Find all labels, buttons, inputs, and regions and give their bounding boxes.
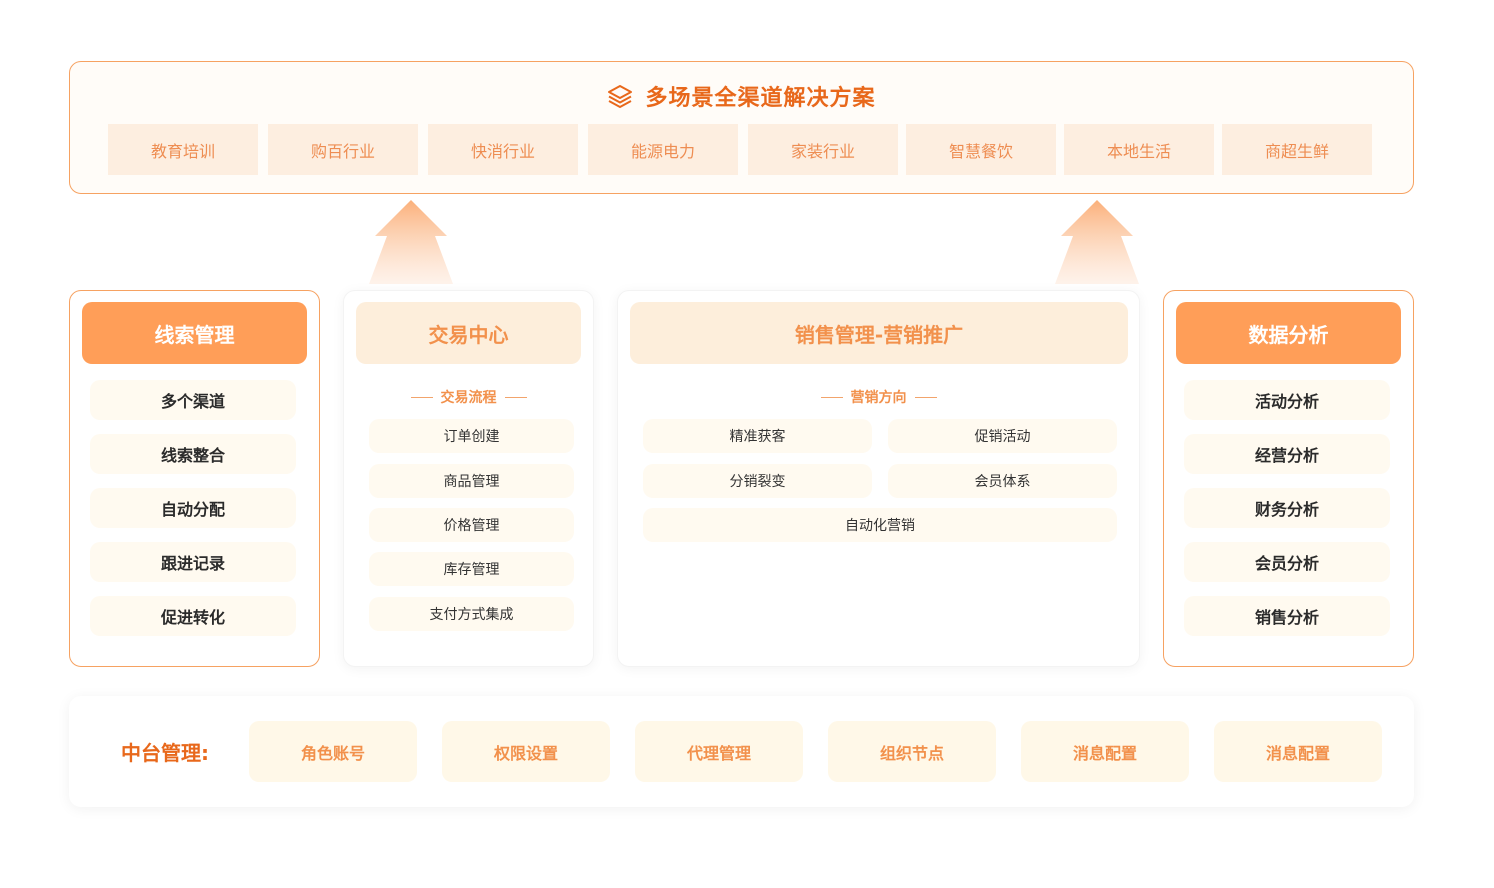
management-item: 代理管理 (635, 721, 803, 782)
leads-item: 多个渠道 (90, 380, 296, 420)
analytics-item: 销售分析 (1184, 596, 1390, 636)
marketing-item: 会员体系 (888, 464, 1117, 498)
divider (914, 396, 937, 398)
leads-item: 跟进记录 (90, 542, 296, 582)
analytics-item: 活动分析 (1184, 380, 1390, 420)
trade-title: 交易中心 (356, 302, 581, 364)
trade-item: 商品管理 (369, 464, 574, 498)
management-item: 消息配置 (1214, 721, 1382, 782)
scenario-tag: 教育培训 (108, 124, 258, 175)
marketing-item: 自动化营销 (643, 508, 1117, 542)
scenario-tag: 本地生活 (1064, 124, 1214, 175)
trade-subtitle-row: 交易流程 (344, 387, 593, 407)
marketing-subtitle-row: 营销方向 (618, 387, 1139, 407)
divider (504, 396, 527, 398)
leads-panel: 线索管理 多个渠道 线索整合 自动分配 跟进记录 促进转化 (69, 290, 320, 667)
scenario-tag: 购百行业 (268, 124, 418, 175)
trade-item: 支付方式集成 (369, 597, 574, 631)
scenario-tag: 能源电力 (588, 124, 738, 175)
scenario-tag: 家装行业 (748, 124, 898, 175)
marketing-subtitle: 营销方向 (850, 390, 907, 406)
marketing-item: 分销裂变 (643, 464, 872, 498)
analytics-item: 财务分析 (1184, 488, 1390, 528)
scenario-tag: 商超生鲜 (1222, 124, 1372, 175)
scenario-tag: 智慧餐饮 (906, 124, 1056, 175)
leads-item: 线索整合 (90, 434, 296, 474)
management-item: 权限设置 (442, 721, 610, 782)
marketing-panel: 销售管理-营销推广 营销方向 精准获客 促销活动 分销裂变 会员体系 自动化营销 (617, 290, 1140, 667)
layers-icon (608, 85, 633, 108)
banner-title: 多场景全渠道解决方案 (645, 86, 876, 111)
divider (410, 396, 433, 398)
solution-banner: 多场景全渠道解决方案 教育培训 购百行业 快消行业 能源电力 家装行业 智慧餐饮… (69, 61, 1414, 194)
analytics-item: 经营分析 (1184, 434, 1390, 474)
management-item: 消息配置 (1021, 721, 1189, 782)
middle-platform-bar: 中台管理: 角色账号 权限设置 代理管理 组织节点 消息配置 消息配置 (69, 696, 1414, 807)
banner-title-row: 多场景全渠道解决方案 (70, 80, 1413, 112)
leads-item: 自动分配 (90, 488, 296, 528)
marketing-item: 促销活动 (888, 419, 1117, 453)
leads-item: 促进转化 (90, 596, 296, 636)
marketing-title: 销售管理-营销推广 (630, 302, 1128, 364)
management-item: 组织节点 (828, 721, 996, 782)
management-item: 角色账号 (249, 721, 417, 782)
middle-platform-label: 中台管理: (121, 741, 209, 765)
trade-item: 库存管理 (369, 552, 574, 586)
trade-item: 价格管理 (369, 508, 574, 542)
divider (820, 396, 843, 398)
up-arrow-icon (1055, 200, 1139, 284)
scenario-tag: 快消行业 (428, 124, 578, 175)
analytics-panel: 数据分析 活动分析 经营分析 财务分析 会员分析 销售分析 (1163, 290, 1414, 667)
leads-title: 线索管理 (82, 302, 307, 364)
marketing-item: 精准获客 (643, 419, 872, 453)
up-arrow-icon (369, 200, 453, 284)
trade-subtitle: 交易流程 (440, 390, 497, 406)
trade-panel: 交易中心 交易流程 订单创建 商品管理 价格管理 库存管理 支付方式集成 (343, 290, 594, 667)
analytics-item: 会员分析 (1184, 542, 1390, 582)
trade-item: 订单创建 (369, 419, 574, 453)
analytics-title: 数据分析 (1176, 302, 1401, 364)
